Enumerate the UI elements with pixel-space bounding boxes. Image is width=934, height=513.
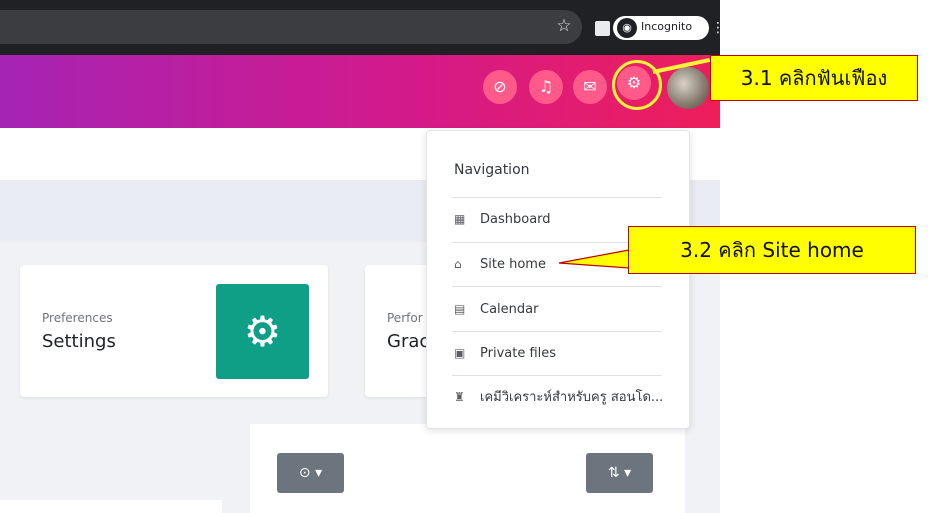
- divider: [452, 331, 662, 332]
- incognito-badge[interactable]: ◉ Incognito: [613, 16, 709, 40]
- card-label: Preferences: [42, 311, 113, 325]
- lower-panel: [0, 500, 222, 513]
- hide-icon[interactable]: ⊘: [483, 70, 517, 104]
- file-icon: ▣: [454, 346, 466, 360]
- chat-icon[interactable]: ✉: [573, 70, 607, 104]
- card-title: Settings: [42, 331, 116, 352]
- calendar-icon: ▤: [454, 302, 466, 316]
- divider: [452, 286, 662, 287]
- nav-item-private-files[interactable]: ▣ Private files: [454, 341, 684, 365]
- sidepanel-icon[interactable]: [595, 21, 610, 36]
- star-icon[interactable]: ☆: [553, 15, 575, 37]
- sort-button[interactable]: ⇅ ▾: [586, 453, 653, 493]
- settings-gear-icon: ⚙: [216, 284, 309, 379]
- nav-item-label: Site home: [480, 257, 546, 272]
- home-icon: ⌂: [454, 257, 462, 271]
- menu-kebab-icon[interactable]: ⋮: [711, 18, 725, 38]
- nav-item-label: เคมีวิเคราะห์สำหรับครู สอนโด...: [480, 390, 664, 405]
- avatar[interactable]: [667, 67, 709, 109]
- address-bar[interactable]: [0, 10, 582, 44]
- graduation-cap-icon: ♜: [454, 390, 465, 404]
- clock-filter-button[interactable]: ⊙ ▾: [277, 453, 344, 493]
- incognito-label: Incognito: [641, 20, 693, 33]
- nav-item-label: Dashboard: [480, 212, 551, 227]
- card-title: Grac: [387, 331, 430, 352]
- nav-item-label: Calendar: [480, 302, 539, 317]
- nav-item-course[interactable]: ♜ เคมีวิเคราะห์สำหรับครู สอนโด...: [454, 385, 684, 409]
- annotation-step-2: 3.2 คลิก Site home: [628, 226, 916, 274]
- dashboard-icon: ▦: [454, 212, 466, 226]
- dropdown-heading: Navigation: [454, 162, 530, 178]
- bell-icon[interactable]: ♫: [529, 70, 563, 104]
- divider: [452, 197, 662, 198]
- gear-highlight-ring: [612, 60, 662, 110]
- navigation-dropdown: Navigation ▦ Dashboard ⌂ Site home ▤ Calend…: [426, 130, 690, 429]
- divider: [452, 375, 662, 376]
- card-label: Perfor: [387, 311, 423, 325]
- nav-item-calendar[interactable]: ▤ Calendar: [454, 297, 684, 321]
- preferences-card[interactable]: Preferences Settings ⚙: [20, 265, 328, 397]
- annotation-step-1: 3.1 คลิกฟันเฟือง: [710, 55, 918, 101]
- browser-toolbar: ☆ ◉ Incognito ⋮: [0, 0, 725, 55]
- incognito-icon: ◉: [617, 18, 637, 38]
- nav-item-label: Private files: [480, 346, 557, 361]
